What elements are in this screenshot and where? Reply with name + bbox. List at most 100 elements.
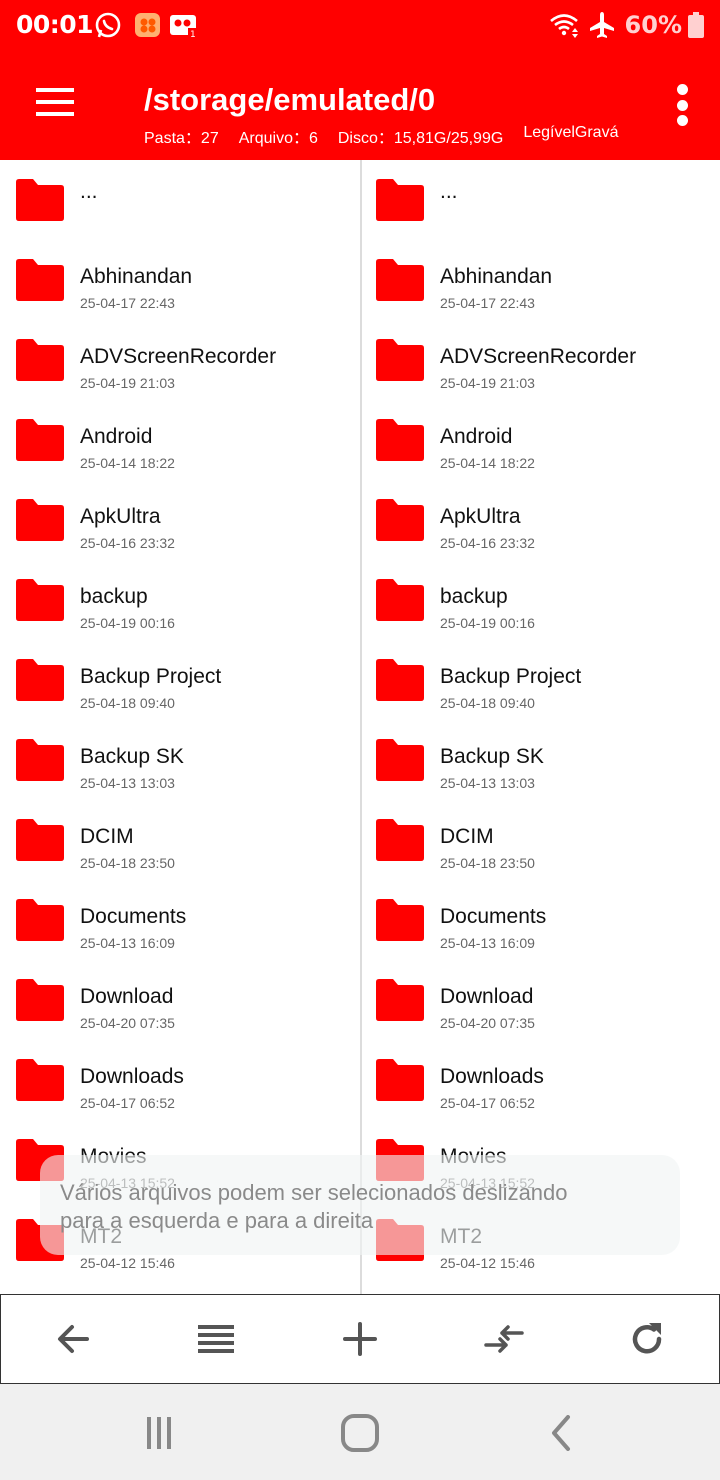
folder-icon [376,579,424,621]
folder-name: Backup SK [440,745,544,768]
folder-icon [16,659,64,701]
access-mode: LegívelGravá [523,124,619,141]
parent-folder-row[interactable]: ... [0,160,358,240]
svg-text:1: 1 [190,30,196,40]
folder-icon [376,179,424,221]
folder-date: 25-04-13 13:03 [80,775,175,791]
folder-icon [376,259,424,301]
folder-icon [376,739,424,781]
folder-name: Abhinandan [80,265,193,288]
airplane-icon [590,12,614,38]
list-view-button[interactable] [180,1303,252,1375]
refresh-button[interactable] [611,1303,683,1375]
folder-name: Downloads [80,1065,184,1088]
folder-date: 25-04-18 09:40 [80,695,175,711]
folder-row[interactable]: backup 25-04-19 00:16 [0,560,358,640]
folder-row[interactable]: Downloads 25-04-17 06:52 [362,1040,720,1120]
folder-row[interactable]: Download 25-04-20 07:35 [0,960,358,1040]
status-time: 00:01 [16,10,94,39]
folder-row[interactable]: Abhinandan 25-04-17 22:43 [0,240,358,320]
folder-icon [376,339,424,381]
battery-icon [688,12,704,38]
folder-name: ADVScreenRecorder [440,345,637,368]
folder-name: Abhinandan [440,265,553,288]
folder-row[interactable]: ApkUltra 25-04-16 23:32 [362,480,720,560]
home-button[interactable] [335,1408,385,1458]
parent-folder-row[interactable]: ... [362,160,720,240]
app-icon [135,13,160,37]
menu-button[interactable] [28,74,84,130]
more-dot [676,115,688,126]
right-pane[interactable]: ... Abhinandan 25-04-17 22:43 ADVScreenReco… [362,160,720,1294]
folder-name: Backup Project [80,665,222,688]
folder-row[interactable]: Backup Project 25-04-18 09:40 [0,640,358,720]
folder-date: 25-04-14 18:22 [440,455,535,471]
folder-row[interactable]: Documents 25-04-13 16:09 [362,880,720,960]
folder-name: Android [440,425,513,448]
folder-name: ApkUltra [440,505,521,528]
folder-name: Backup Project [440,665,582,688]
folder-date: 25-04-19 00:16 [80,615,175,631]
folder-row[interactable]: backup 25-04-19 00:16 [362,560,720,640]
folder-date: 25-04-17 22:43 [440,295,535,311]
folder-row[interactable]: Documents 25-04-13 16:09 [0,880,358,960]
folder-icon [376,819,424,861]
folder-icon [16,339,64,381]
folder-name: ApkUltra [80,505,161,528]
left-pane[interactable]: ... Abhinandan 25-04-17 22:43 ADVScreenReco… [0,160,360,1294]
folder-icon [376,419,424,461]
back-button[interactable] [37,1303,109,1375]
parent-folder-label: ... [440,180,458,203]
more-dot [676,99,688,111]
folder-date: 25-04-19 00:16 [440,615,535,631]
folder-row[interactable]: Backup Project 25-04-18 09:40 [362,640,720,720]
folder-row[interactable]: Backup SK 25-04-13 13:03 [0,720,358,800]
folder-row[interactable]: ApkUltra 25-04-16 23:32 [0,480,358,560]
folder-icon [16,739,64,781]
folder-icon [16,179,64,221]
folder-name: DCIM [440,825,494,848]
folder-row[interactable]: Android 25-04-14 18:22 [0,400,358,480]
folder-row[interactable]: Android 25-04-14 18:22 [362,400,720,480]
folder-date: 25-04-19 21:03 [440,375,535,391]
folder-row[interactable]: Abhinandan 25-04-17 22:43 [362,240,720,320]
hamburger-icon [36,88,74,116]
bottom-toolbar [0,1294,720,1384]
folder-date: 25-04-12 15:46 [80,1255,175,1271]
folder-count: Pasta：27 [144,130,219,147]
folder-name: Documents [440,905,547,928]
folder-row[interactable]: Download 25-04-20 07:35 [362,960,720,1040]
system-back-button[interactable] [537,1408,587,1458]
more-options-button[interactable] [662,80,702,130]
folder-date: 25-04-13 13:03 [440,775,535,791]
folder-row[interactable]: Backup SK 25-04-13 13:03 [362,720,720,800]
folder-icon [376,499,424,541]
folder-name: ADVScreenRecorder [80,345,277,368]
toast-line-1: Vários arquivos podem ser selecionados d… [60,1180,568,1205]
folder-icon [16,979,64,1021]
wifi-icon [550,14,578,38]
folder-row[interactable]: Downloads 25-04-17 06:52 [0,1040,358,1120]
folder-name: Downloads [440,1065,544,1088]
whatsapp-icon [95,12,121,38]
add-button[interactable] [324,1303,396,1375]
folder-date: 25-04-14 18:22 [80,455,175,471]
swap-panes-button[interactable] [468,1303,540,1375]
toast-line-2: para a esquerda e para a direita [60,1208,374,1233]
path-info: Pasta：27 Arquivo：6 Disco：15,81G/25,99G L… [144,124,618,148]
folder-name: Download [440,985,534,1008]
folder-icon [376,659,424,701]
more-dot [676,84,688,95]
folder-row[interactable]: DCIM 25-04-18 23:50 [362,800,720,880]
folder-date: 25-04-16 23:32 [440,535,535,551]
folder-row[interactable]: ADVScreenRecorder 25-04-19 21:03 [0,320,358,400]
recents-button[interactable] [134,1408,184,1458]
folder-row[interactable]: DCIM 25-04-18 23:50 [0,800,358,880]
folder-date: 25-04-13 16:09 [440,935,535,951]
folder-name: backup [80,585,148,608]
folder-row[interactable]: ADVScreenRecorder 25-04-19 21:03 [362,320,720,400]
system-nav-bar [0,1384,720,1480]
folder-date: 25-04-18 09:40 [440,695,535,711]
path-title[interactable]: /storage/emulated/0 [144,82,435,118]
battery-level: 60% [624,11,682,39]
